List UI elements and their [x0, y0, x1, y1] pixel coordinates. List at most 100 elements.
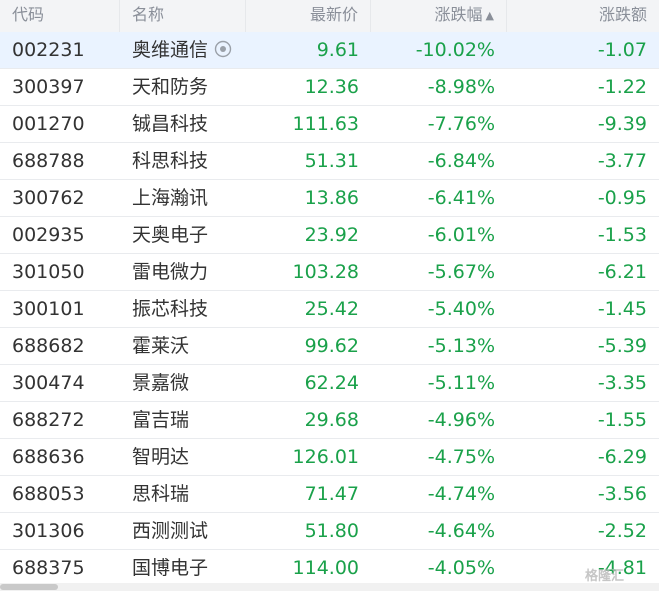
cell-price: 25.42 [246, 291, 371, 327]
cell-change-percent-text: -4.05% [427, 557, 495, 579]
table-row[interactable]: 001270 铖昌科技 111.63 -7.76% -9.39 [0, 106, 659, 143]
cell-change-percent-text: -6.41% [427, 187, 495, 209]
cell-change-amount: -3.56 [507, 476, 659, 512]
cell-code: 688636 [0, 439, 120, 475]
cell-change-amount: -1.53 [507, 217, 659, 253]
cell-name: 西测测试 [120, 513, 246, 549]
cell-name-text: 天奥电子 [132, 224, 209, 246]
watermark-logo: 格隆汇 [585, 565, 624, 584]
cell-change-percent: -4.75% [371, 439, 507, 475]
cell-price: 29.68 [246, 402, 371, 438]
cell-change-percent-text: -10.02% [415, 39, 495, 61]
cell-change-percent: -5.13% [371, 328, 507, 364]
cell-price-text: 13.86 [304, 187, 359, 209]
cell-change-percent: -10.02% [371, 32, 507, 68]
cell-change-amount-text: -3.56 [597, 483, 647, 505]
cell-price: 13.86 [246, 180, 371, 216]
cell-code: 301306 [0, 513, 120, 549]
cell-code: 688375 [0, 550, 120, 586]
table-row[interactable]: 300474 景嘉微 62.24 -5.11% -3.35 [0, 365, 659, 402]
cell-code: 301050 [0, 254, 120, 290]
cell-price-text: 62.24 [304, 372, 359, 394]
watch-eye-icon[interactable] [214, 34, 232, 58]
cell-name: 富吉瑞 [120, 402, 246, 438]
table-row[interactable]: 688788 科思科技 51.31 -6.84% -3.77 [0, 143, 659, 180]
cell-code-text: 001270 [12, 113, 85, 135]
cell-change-amount: -5.39 [507, 328, 659, 364]
cell-code-text: 300397 [12, 76, 85, 98]
cell-change-amount-text: -3.77 [597, 150, 647, 172]
cell-change-amount-text: -5.39 [597, 335, 647, 357]
table-row[interactable]: 002231 奥维通信 9.61 -10.02% -1.07 [0, 32, 659, 69]
table-row[interactable]: 300762 上海瀚讯 13.86 -6.41% -0.95 [0, 180, 659, 217]
cell-change-amount: -0.95 [507, 180, 659, 216]
cell-change-amount-text: -1.07 [597, 39, 647, 61]
cell-change-percent: -7.76% [371, 106, 507, 142]
column-header-change-amount[interactable]: 涨跌额 [507, 0, 659, 32]
cell-code: 001270 [0, 106, 120, 142]
caret-up-icon[interactable]: ▲ [486, 1, 494, 31]
cell-price-text: 25.42 [304, 298, 359, 320]
cell-price: 12.36 [246, 69, 371, 105]
scrollbar-thumb[interactable] [0, 584, 58, 590]
cell-change-amount-text: -1.45 [597, 298, 647, 320]
cell-change-amount: -9.39 [507, 106, 659, 142]
table-row[interactable]: 300101 振芯科技 25.42 -5.40% -1.45 [0, 291, 659, 328]
cell-change-amount-text: -0.95 [597, 187, 647, 209]
cell-name-text: 振芯科技 [132, 298, 209, 320]
table-row[interactable]: 688682 霍莱沃 99.62 -5.13% -5.39 [0, 328, 659, 365]
table-row[interactable]: 301306 西测测试 51.80 -4.64% -2.52 [0, 513, 659, 550]
cell-name-text: 铖昌科技 [132, 113, 209, 135]
cell-code: 688788 [0, 143, 120, 179]
cell-change-percent: -5.11% [371, 365, 507, 401]
cell-price-text: 29.68 [304, 409, 359, 431]
cell-change-percent-text: -4.75% [427, 446, 495, 468]
cell-price-text: 126.01 [292, 446, 359, 468]
cell-change-amount-text: -6.21 [597, 261, 647, 283]
cell-change-percent: -4.96% [371, 402, 507, 438]
horizontal-scrollbar[interactable] [0, 583, 659, 591]
cell-change-amount-text: -2.52 [597, 520, 647, 542]
cell-price: 51.31 [246, 143, 371, 179]
cell-price-text: 23.92 [304, 224, 359, 246]
watermark-text: 格隆汇 [585, 569, 625, 584]
column-header-name-label: 名称 [132, 5, 165, 24]
table-row[interactable]: 300397 天和防务 12.36 -8.98% -1.22 [0, 69, 659, 106]
table-row[interactable]: 688272 富吉瑞 29.68 -4.96% -1.55 [0, 402, 659, 439]
table-row[interactable]: 688375 国博电子 114.00 -4.05% -4.81 [0, 550, 659, 587]
cell-name: 振芯科技 [120, 291, 246, 327]
table-row[interactable]: 688053 思科瑞 71.47 -4.74% -3.56 [0, 476, 659, 513]
cell-price: 99.62 [246, 328, 371, 364]
cell-name: 智明达 [120, 439, 246, 475]
column-header-code[interactable]: 代码 [0, 0, 120, 32]
cell-price: 71.47 [246, 476, 371, 512]
column-header-name[interactable]: 名称 [120, 0, 246, 32]
cell-price-text: 114.00 [292, 557, 359, 579]
cell-change-amount: -3.35 [507, 365, 659, 401]
table-row[interactable]: 301050 雷电微力 103.28 -5.67% -6.21 [0, 254, 659, 291]
cell-change-amount: -1.07 [507, 32, 659, 68]
cell-name: 天和防务 [120, 69, 246, 105]
cell-price-text: 71.47 [304, 483, 359, 505]
table-row[interactable]: 688636 智明达 126.01 -4.75% -6.29 [0, 439, 659, 476]
column-header-price[interactable]: 最新价 [246, 0, 371, 32]
cell-name: 景嘉微 [120, 365, 246, 401]
cell-code-text: 002935 [12, 224, 85, 246]
cell-name-text: 科思科技 [132, 150, 209, 172]
column-header-change-amount-label: 涨跌额 [598, 5, 647, 24]
cell-code: 300101 [0, 291, 120, 327]
cell-change-percent: -4.05% [371, 550, 507, 586]
table-header: 代码 名称 最新价 涨跌幅 ▲ 涨跌额 [0, 0, 659, 32]
column-header-code-label: 代码 [12, 5, 45, 24]
cell-name-text: 奥维通信 [132, 39, 209, 61]
cell-code: 688682 [0, 328, 120, 364]
cell-change-amount: -6.29 [507, 439, 659, 475]
table-row[interactable]: 002935 天奥电子 23.92 -6.01% -1.53 [0, 217, 659, 254]
cell-change-percent: -6.01% [371, 217, 507, 253]
cell-change-percent-text: -4.74% [427, 483, 495, 505]
cell-price: 62.24 [246, 365, 371, 401]
cell-change-amount: -4.81 [507, 550, 659, 586]
column-header-change-percent[interactable]: 涨跌幅 ▲ [371, 0, 507, 32]
cell-price: 126.01 [246, 439, 371, 475]
cell-change-percent-text: -4.64% [427, 520, 495, 542]
